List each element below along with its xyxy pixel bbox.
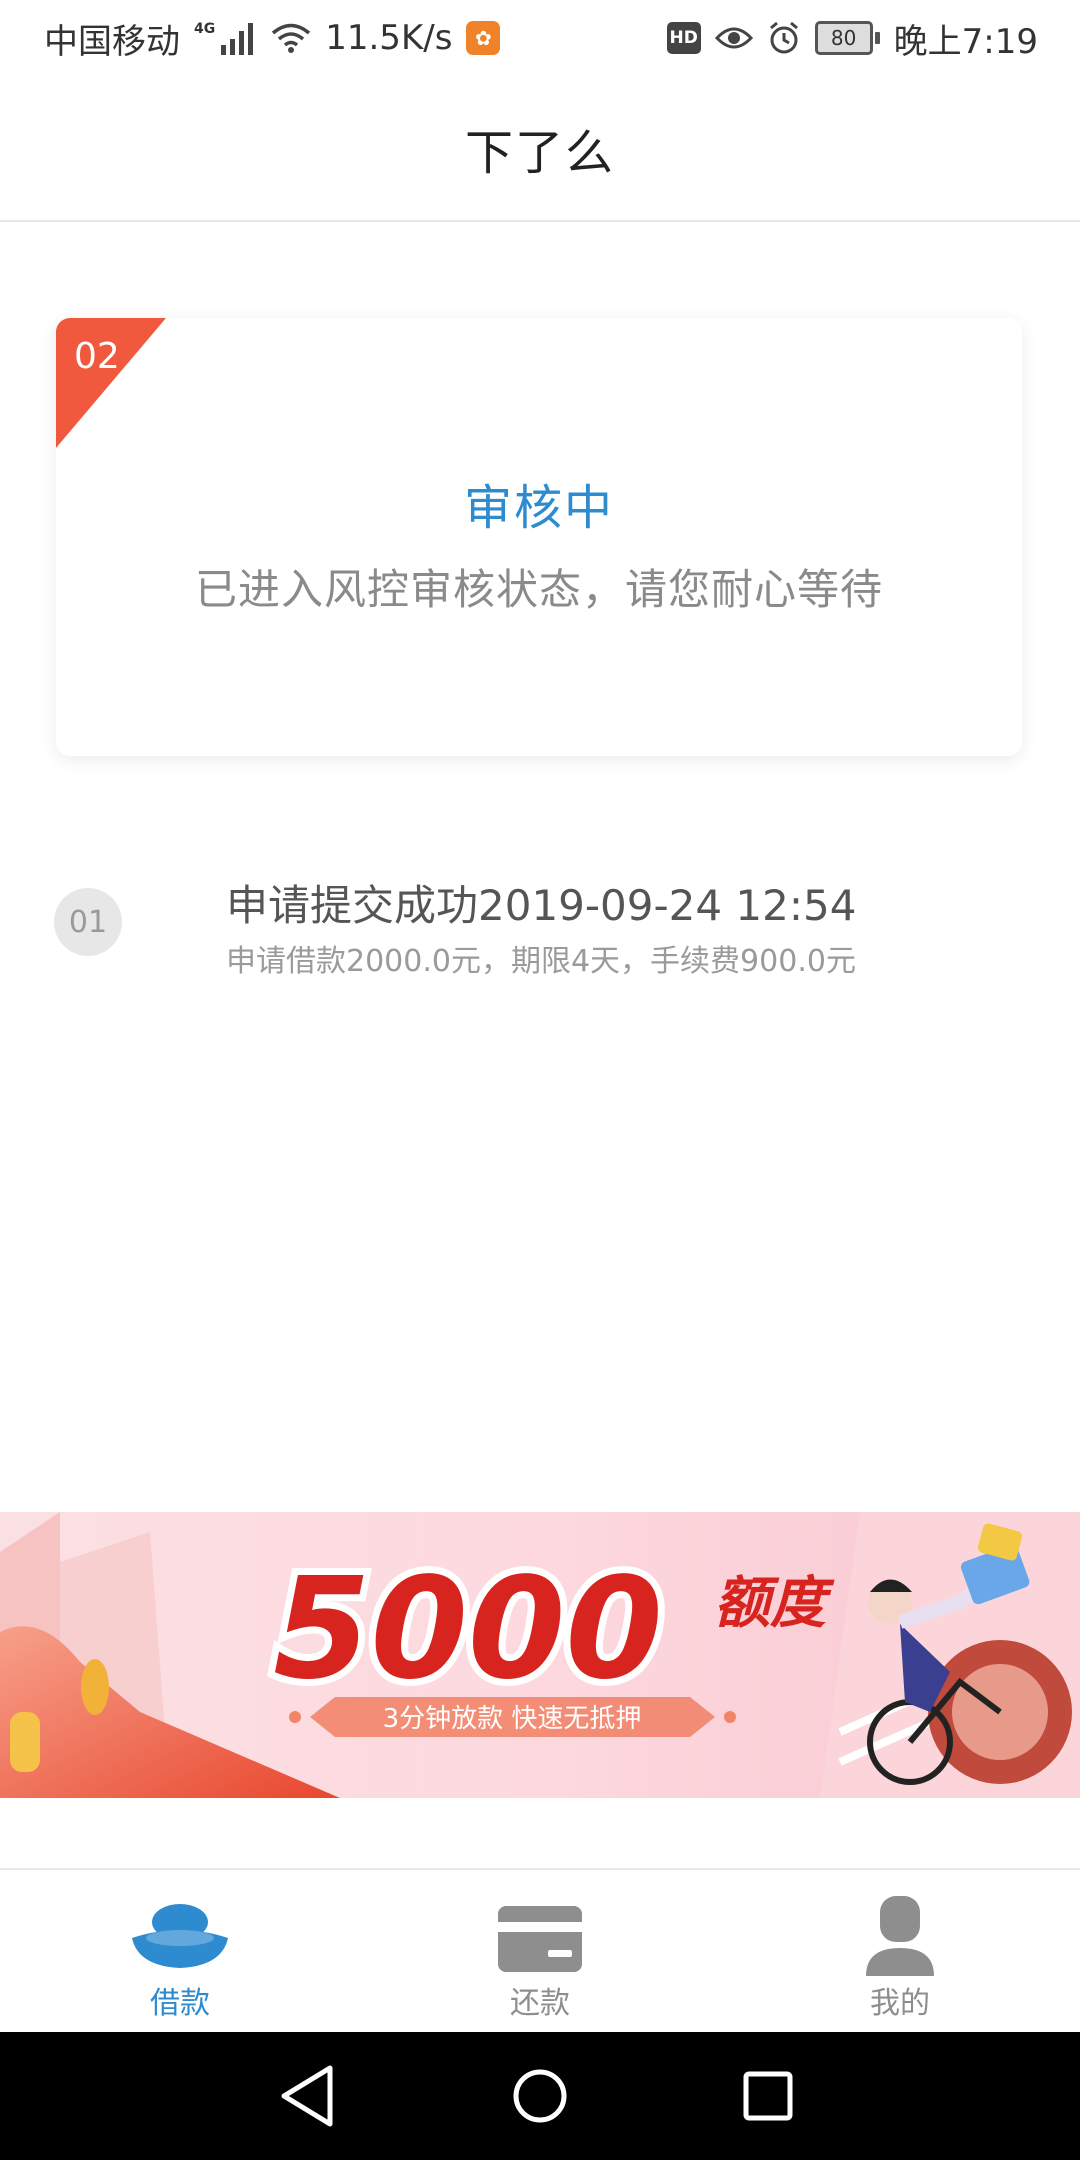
signal-icon	[221, 23, 254, 55]
status-bar: 中国移动 4G 11.5K/s ✿ HD 80 晚上7:19	[0, 0, 1080, 76]
eye-icon	[714, 27, 753, 49]
step-title: 申请提交成功2019-09-24 12:54	[226, 881, 857, 930]
carrier-label: 中国移动	[44, 21, 180, 62]
network-type: 4G	[194, 21, 216, 37]
tab-borrow[interactable]: 借款	[0, 1870, 360, 2034]
step-circle: 01	[54, 888, 122, 956]
alarm-icon	[769, 21, 798, 54]
page-title: 下了么	[464, 125, 615, 181]
step-description: 申请借款2000.0元，期限4天，手续费900.0元	[226, 944, 856, 979]
status-right: HD 80 晚上7:19	[666, 12, 1038, 64]
uc-browser-icon: ✿	[466, 21, 501, 55]
back-icon[interactable]	[268, 2060, 348, 2132]
clock: 晚上7:19	[893, 21, 1038, 62]
card-icon	[498, 1906, 582, 1972]
wifi-icon	[272, 23, 311, 53]
banner-amount: 5000	[273, 1548, 663, 1711]
step-number-badge: 02	[74, 336, 120, 377]
bottom-tab-bar: 借款 还款 我的	[0, 1868, 1080, 2034]
tab-mine[interactable]: 我的	[720, 1870, 1080, 2034]
hd-icon: HD	[666, 22, 701, 54]
review-status-description: 已进入风控审核状态，请您耐心等待	[194, 565, 883, 614]
banner-amount-suffix: 额度	[714, 1571, 835, 1636]
battery-icon: 80	[814, 21, 880, 55]
tab-label-mine: 我的	[870, 1986, 930, 2021]
review-status-title: 审核中	[463, 480, 614, 536]
status-left: 中国移动 4G 11.5K/s ✿	[44, 12, 501, 64]
banner-art: 3分钟放款 快速无抵押 5000 5000 额度	[0, 1512, 1080, 1798]
system-nav-bar	[0, 2032, 1080, 2160]
tab-label-repay: 还款	[510, 1986, 570, 2021]
recents-icon[interactable]	[728, 2060, 808, 2132]
tab-repay[interactable]: 还款	[360, 1870, 720, 2034]
tab-label-borrow: 借款	[150, 1986, 210, 2021]
network-speed: 11.5K/s	[325, 18, 453, 58]
title-bar: 下了么	[0, 76, 1080, 222]
battery-level: 80	[814, 21, 873, 55]
promo-banner[interactable]: 3分钟放款 快速无抵押 5000 5000 额度	[0, 1512, 1080, 1798]
ingot-icon	[132, 1904, 228, 1968]
user-icon	[866, 1896, 934, 1976]
review-status-card: 02 审核中 已进入风控审核状态，请您耐心等待	[56, 318, 1022, 756]
home-icon[interactable]	[500, 2060, 580, 2132]
